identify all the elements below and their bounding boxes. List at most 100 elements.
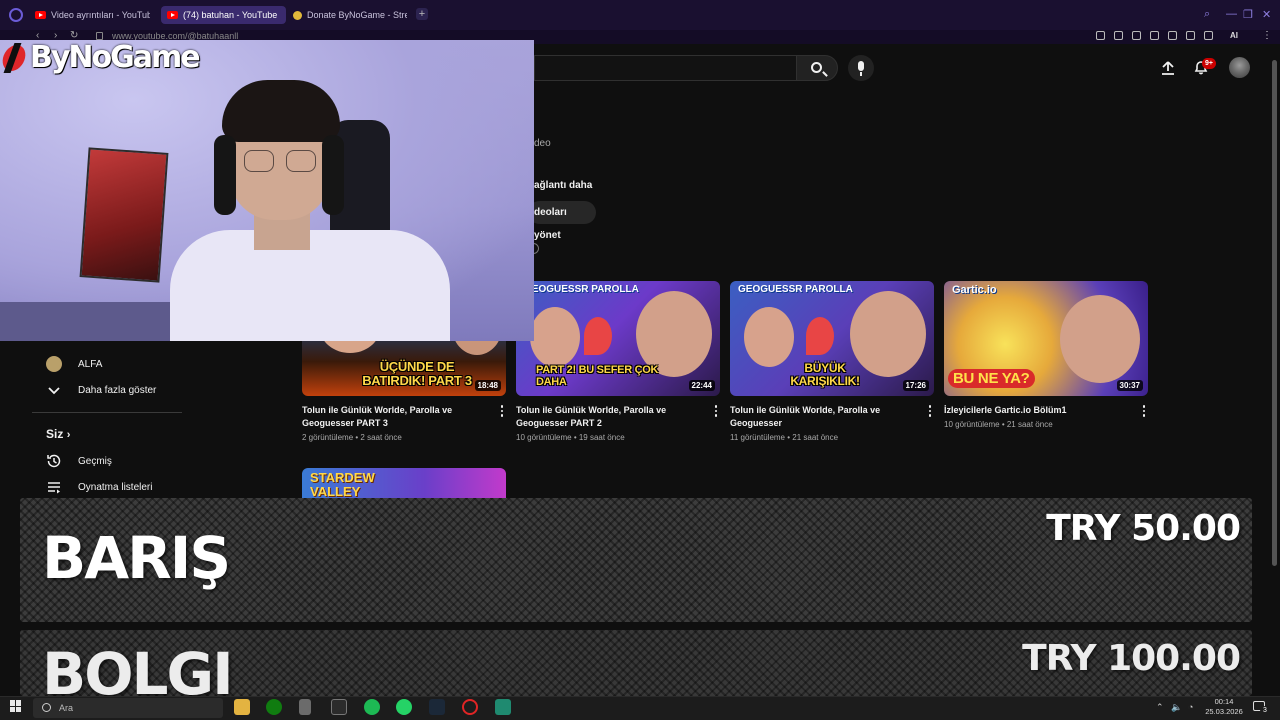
video-thumbnail[interactable]: Gartic.io BU NE YA? 30:37 [944, 281, 1148, 396]
profile-icon[interactable] [1186, 31, 1195, 40]
video-card[interactable]: GEOGUESSR PAROLLA PART 2! BU SEFER ÇOK D… [516, 281, 720, 442]
notification-count: 3 [1260, 706, 1270, 716]
voice-search-button[interactable] [848, 55, 874, 81]
thumbnail-caption: ÜÇÜNDE DE BATIRDIK! PART 3 [362, 359, 472, 388]
webcam-overlay [0, 40, 534, 341]
headphones-icon [214, 135, 236, 215]
video-duration: 17:26 [902, 380, 929, 391]
glasses-icon [244, 150, 274, 172]
video-thumbnail[interactable]: STARDEW VALLEY [302, 468, 506, 498]
play-icon[interactable] [1150, 31, 1159, 40]
windows-start-icon[interactable] [10, 700, 22, 712]
sidebar-divider [32, 412, 182, 413]
xbox-icon[interactable] [266, 699, 282, 715]
minimize-button[interactable]: — [1226, 8, 1237, 20]
upload-icon[interactable] [1160, 60, 1176, 76]
tab-label: (74) batuhan - YouTube [183, 10, 278, 20]
lock-icon [96, 32, 103, 40]
video-age: 2 saat önce [360, 433, 402, 442]
search-button[interactable] [796, 55, 838, 81]
spotify-icon[interactable] [364, 699, 380, 715]
tab-label: Video ayrıntıları - YouTube [51, 10, 150, 20]
video-views: 2 görüntüleme [302, 433, 354, 442]
screen: Video ayrıntıları - YouTube (74) batuhan… [0, 0, 1280, 720]
webcam-person-shirt [170, 230, 450, 341]
sidebar-heading: Siz [46, 427, 64, 441]
video-title[interactable]: Tolun ile Günlük Worlde, Parolla ve Geog… [302, 404, 492, 430]
manage-videos-button[interactable]: deoları yönet [528, 201, 596, 241]
more-actions-icon[interactable] [498, 405, 506, 419]
search-input[interactable] [534, 55, 796, 81]
browser-tab-channel[interactable]: (74) batuhan - YouTube [161, 6, 286, 24]
video-age: 19 saat önce [578, 433, 625, 442]
steam-icon[interactable] [429, 699, 445, 715]
donation-amount: TRY 50.00 [1046, 508, 1241, 549]
sidebar-item-label: Oynatma listeleri [78, 481, 153, 493]
sidebar-section-you[interactable]: Siz › [46, 427, 70, 441]
search-tabs-icon[interactable]: ⌕ [1204, 8, 1210, 21]
sidebar-item-label: Geçmiş [78, 455, 112, 467]
video-thumbnail[interactable]: GEOGUESSR PAROLLA PART 2! BU SEFER ÇOK D… [516, 281, 720, 396]
thumbnail-face [1060, 295, 1140, 383]
thumbnail-face [530, 307, 580, 367]
file-explorer-icon[interactable] [234, 699, 250, 715]
channel-links[interactable]: ağlantı daha [534, 180, 592, 191]
taskbar-search-input[interactable]: Ara [33, 698, 223, 718]
scrollbar-thumb[interactable] [1272, 60, 1277, 566]
ai-button[interactable]: AI [1230, 31, 1238, 40]
video-title[interactable]: İzleyicilerle Gartic.io Bölüm1 [944, 404, 1134, 417]
video-card[interactable]: STARDEW VALLEY [302, 468, 506, 498]
sidebar-item-history[interactable]: Geçmiş [46, 451, 112, 471]
clock-date: 25.03.2026 [1205, 707, 1243, 716]
search-icon [811, 62, 822, 73]
donation-alert: BARIŞ TRY 50.00 [20, 498, 1252, 622]
history-icon [47, 454, 61, 468]
thumbnail-top-label: STARDEW VALLEY [310, 470, 375, 499]
more-actions-icon[interactable] [1140, 405, 1148, 419]
new-tab-button[interactable]: + [416, 8, 428, 20]
opera-browser-icon[interactable] [9, 8, 23, 22]
donation-amount: TRY 100.00 [1022, 638, 1241, 679]
video-card[interactable]: GEOGUESSR PAROLLA BÜYÜK KARIŞIKLIK! 17:2… [730, 281, 934, 442]
thumbnail-caption: BÜYÜK KARIŞIKLIK! [790, 361, 860, 388]
sidebar-item-show-more[interactable]: Daha fazla göster [46, 380, 156, 400]
thumbnail-caption: BU NE YA? [948, 369, 1035, 388]
snapshot-icon[interactable] [1114, 31, 1123, 40]
video-views: 10 görüntüleme [516, 433, 572, 442]
heart-icon[interactable] [1168, 31, 1177, 40]
more-actions-icon[interactable] [926, 405, 934, 419]
opera-icon[interactable] [462, 699, 478, 715]
video-title[interactable]: Tolun ile Günlük Worlde, Parolla ve Geog… [516, 404, 706, 430]
sidebar-item-label: Daha fazla göster [78, 384, 157, 396]
video-title[interactable]: Tolun ile Günlük Worlde, Parolla ve Geog… [730, 404, 920, 430]
close-button[interactable]: ✕ [1262, 8, 1271, 21]
download-icon[interactable] [1204, 31, 1213, 40]
video-card[interactable]: Gartic.io BU NE YA? 30:37 İzleyicilerle … [944, 281, 1148, 429]
speaker-icon[interactable]: 🔈 [1171, 702, 1182, 713]
video-meta: 11 görüntüleme • 21 saat önce [730, 433, 839, 442]
shield-icon[interactable] [1132, 31, 1141, 40]
app-icon[interactable] [495, 699, 511, 715]
sidebar-item-playlists[interactable]: Oynatma listeleri [46, 477, 152, 497]
video-meta: 10 görüntüleme • 21 saat önce [944, 420, 1053, 429]
network-icon[interactable]: ◔ [1188, 702, 1193, 712]
sidebar-item-alfa[interactable]: ALFA [46, 354, 102, 374]
more-actions-icon[interactable] [712, 405, 720, 419]
pin-icon[interactable] [1096, 31, 1105, 40]
epic-games-icon[interactable] [331, 699, 347, 715]
extension-icons [1096, 31, 1213, 40]
sidebar-item-label: ALFA [78, 358, 103, 370]
chevron-right-icon: › [66, 429, 71, 441]
whatsapp-icon[interactable] [396, 699, 412, 715]
video-duration: 30:37 [1116, 380, 1143, 391]
video-thumbnail[interactable]: GEOGUESSR PAROLLA BÜYÜK KARIŞIKLIK! 17:2… [730, 281, 934, 396]
youtube-icon [35, 11, 46, 19]
menu-icon[interactable]: ⋮ [1262, 30, 1272, 41]
chevron-up-icon[interactable]: ⌃ [1156, 702, 1164, 713]
browser-tab-donate[interactable]: Donate ByNoGame - Strea [293, 6, 407, 24]
taskbar-clock[interactable]: 00:14 25.03.2026 [1205, 697, 1243, 717]
notepad-icon[interactable] [299, 699, 311, 715]
avatar[interactable] [1229, 57, 1250, 78]
browser-tab-video-details[interactable]: Video ayrıntıları - YouTube [35, 6, 150, 24]
restore-button[interactable]: ❐ [1243, 8, 1253, 21]
